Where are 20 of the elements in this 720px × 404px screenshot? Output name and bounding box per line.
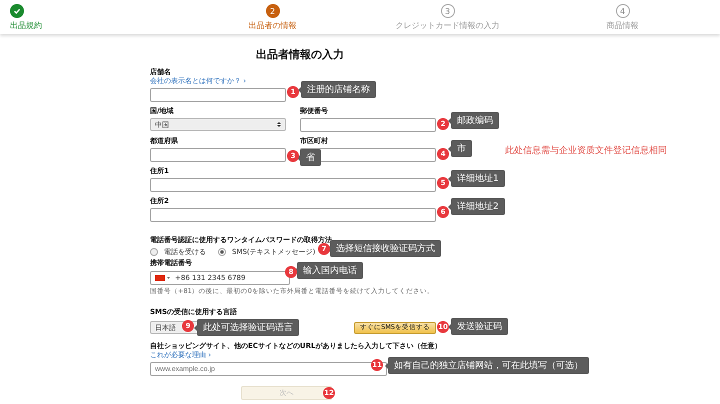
annotation-note: 此处信息需与企业资质文件登记信息相同 — [505, 144, 667, 157]
annotation-tooltip: 注册的店铺名称 — [301, 81, 376, 98]
step-label: 出品規約 — [10, 20, 42, 31]
annotation-tooltip: 市 — [451, 140, 472, 157]
annotation-tooltip: 此处可选择验证码语言 — [197, 319, 299, 336]
step-label: 商品情報 — [606, 20, 638, 31]
annotation-tooltip: 详细地址1 — [451, 170, 505, 187]
step-number: 3 — [440, 4, 454, 18]
annotation-tooltip: 详细地址2 — [451, 198, 505, 215]
step-number: 2 — [266, 4, 280, 18]
annotation-tooltip: 省 — [300, 149, 321, 166]
annotation-tooltip: 输入国内电话 — [297, 262, 363, 279]
step-label: 出品者の情報 — [248, 20, 296, 31]
annotation-tooltip: 邮政编码 — [451, 112, 499, 129]
annotation-tooltip: 如有自己的独立店铺网站，可在此填写（可选） — [388, 357, 589, 374]
annotation-tooltip: 发送验证码 — [451, 318, 508, 335]
annotation-tooltip: 选择短信接收验证码方式 — [330, 240, 441, 257]
step-number: 4 — [616, 4, 630, 18]
page-title: 出品者情報の入力 — [256, 47, 345, 62]
step-label: クレジットカード情報の入力 — [396, 20, 500, 31]
